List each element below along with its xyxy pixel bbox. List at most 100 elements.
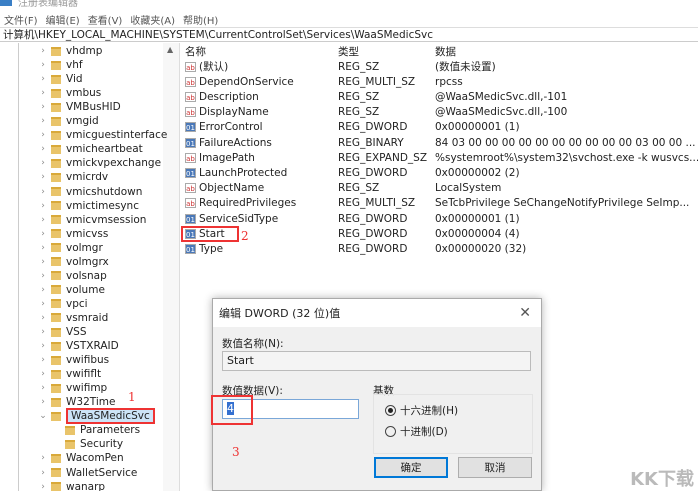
tree-node[interactable]: › vmicguestinterface bbox=[38, 128, 167, 142]
tree-scrollbar[interactable]: ▲ bbox=[163, 43, 179, 491]
value-row[interactable]: 01 LaunchProtected REG_DWORD 0x00000002 (2) bbox=[181, 165, 698, 180]
tree-node[interactable]: › VSS bbox=[38, 325, 86, 339]
chevron-right-icon[interactable]: › bbox=[38, 74, 48, 84]
tree-node[interactable]: › WalletService bbox=[38, 466, 137, 480]
value-data-cell: 0x00000001 (1) bbox=[435, 121, 520, 134]
value-row[interactable]: ab ImagePath REG_EXPAND_SZ %systemroot%\sys… bbox=[181, 150, 698, 165]
chevron-right-icon[interactable]: › bbox=[38, 201, 48, 211]
chevron-right-icon[interactable]: › bbox=[38, 102, 48, 112]
value-row[interactable]: ab ObjectName REG_SZ LocalSystem bbox=[181, 181, 698, 196]
tree-node[interactable]: › vsmraid bbox=[38, 311, 108, 325]
chevron-right-icon[interactable]: › bbox=[38, 453, 48, 463]
column-data[interactable]: 数据 bbox=[435, 44, 456, 59]
chevron-right-icon[interactable]: › bbox=[38, 397, 48, 407]
tree-node-label: Vid bbox=[66, 73, 83, 86]
tree-node[interactable]: › WacomPen bbox=[38, 451, 123, 465]
value-row[interactable]: ab DisplayName REG_SZ @WaaSMedicSvc.dll,-10… bbox=[181, 105, 698, 120]
chevron-right-icon[interactable]: › bbox=[38, 116, 48, 126]
menu-item[interactable]: 文件(F) bbox=[4, 12, 38, 27]
chevron-right-icon[interactable]: › bbox=[38, 60, 48, 70]
chevron-right-icon[interactable]: › bbox=[38, 299, 48, 309]
tree-node[interactable]: › Vid bbox=[38, 72, 83, 86]
chevron-right-icon[interactable]: › bbox=[38, 468, 48, 478]
address-bar[interactable]: 计算机\HKEY_LOCAL_MACHINE\SYSTEM\CurrentCon… bbox=[0, 27, 698, 42]
chevron-right-icon[interactable]: › bbox=[38, 243, 48, 253]
tree-node[interactable]: › vmicrdv bbox=[38, 170, 108, 184]
tree-node[interactable]: › vwifimp bbox=[38, 381, 107, 395]
chevron-right-icon[interactable]: › bbox=[38, 369, 48, 379]
chevron-right-icon[interactable]: › bbox=[38, 271, 48, 281]
string-value-icon: ab bbox=[185, 76, 196, 87]
tree-node[interactable]: › vmicvmsession bbox=[38, 213, 146, 227]
menu-item[interactable]: 查看(V) bbox=[88, 12, 123, 27]
value-row[interactable]: 01 ServiceSidType REG_DWORD 0x00000001 (1) bbox=[181, 211, 698, 226]
chevron-right-icon[interactable]: › bbox=[38, 482, 48, 491]
value-row[interactable]: 01 ErrorControl REG_DWORD 0x00000001 (1) bbox=[181, 120, 698, 135]
folder-icon bbox=[51, 229, 61, 239]
chevron-right-icon[interactable]: › bbox=[38, 313, 48, 323]
value-row[interactable]: ab RequiredPrivileges REG_MULTI_SZ SeTcbPri… bbox=[181, 196, 698, 211]
tree-node[interactable]: ⌄ WaaSMedicSvc bbox=[38, 408, 155, 425]
column-name[interactable]: 名称 bbox=[185, 44, 206, 59]
chevron-right-icon[interactable]: › bbox=[38, 215, 48, 225]
chevron-right-icon[interactable]: › bbox=[38, 285, 48, 295]
tree-node[interactable]: › volmgr bbox=[38, 241, 103, 255]
chevron-right-icon[interactable]: › bbox=[38, 257, 48, 267]
tree-node[interactable]: › vmickvpexchange bbox=[38, 156, 161, 170]
value-type-cell: REG_DWORD bbox=[338, 212, 408, 225]
chevron-right-icon[interactable]: › bbox=[38, 229, 48, 239]
value-row[interactable]: 01 FailureActions REG_BINARY 84 03 00 00 00… bbox=[181, 135, 698, 150]
chevron-right-icon[interactable]: › bbox=[38, 144, 48, 154]
chevron-right-icon[interactable]: › bbox=[38, 383, 48, 393]
hex-radio[interactable]: 十六进制(H) bbox=[385, 403, 458, 418]
scroll-up-icon[interactable]: ▲ bbox=[167, 45, 173, 54]
chevron-right-icon[interactable]: › bbox=[38, 46, 48, 56]
tree-node[interactable]: › vwifibus bbox=[38, 353, 109, 367]
tree-node[interactable]: › VSTXRAID bbox=[38, 339, 119, 353]
tree-node[interactable]: Parameters bbox=[52, 423, 140, 437]
tree-node[interactable]: › vhf bbox=[38, 58, 82, 72]
chevron-right-icon[interactable]: › bbox=[38, 341, 48, 351]
tree-node[interactable]: › vmgid bbox=[38, 114, 99, 128]
menu-item[interactable]: 帮助(H) bbox=[183, 12, 218, 27]
value-row[interactable]: 01 Type REG_DWORD 0x00000020 (32) bbox=[181, 241, 698, 256]
tree-node[interactable]: › vhdmp bbox=[38, 44, 102, 58]
menu-item[interactable]: 编辑(E) bbox=[46, 12, 80, 27]
tree-node[interactable]: › VMBusHID bbox=[38, 100, 120, 114]
tree-node[interactable]: › vmictimesync bbox=[38, 199, 139, 213]
chevron-right-icon[interactable]: › bbox=[38, 158, 48, 168]
tree-node[interactable]: › vmicheartbeat bbox=[38, 142, 143, 156]
chevron-right-icon[interactable]: › bbox=[38, 130, 48, 140]
ok-button[interactable]: 确定 bbox=[374, 457, 448, 478]
chevron-right-icon[interactable]: › bbox=[38, 187, 48, 197]
chevron-down-icon[interactable]: ⌄ bbox=[38, 411, 48, 421]
tree-node[interactable]: › W32Time bbox=[38, 395, 115, 409]
close-icon[interactable]: ✕ bbox=[519, 305, 531, 321]
tree-node[interactable]: Security bbox=[52, 437, 123, 451]
cancel-button[interactable]: 取消 bbox=[458, 457, 532, 478]
value-row[interactable]: 01 Start REG_DWORD 0x00000004 (4) bbox=[181, 225, 698, 242]
tree-node[interactable]: › volmgrx bbox=[38, 255, 109, 269]
highlight-box bbox=[211, 395, 253, 425]
tree-node[interactable]: › vwififlt bbox=[38, 367, 101, 381]
value-row[interactable]: ab (默认) REG_SZ (数值未设置) bbox=[181, 59, 698, 74]
value-row[interactable]: ab Description REG_SZ @WaaSMedicSvc.dll,-10… bbox=[181, 89, 698, 104]
tree-node[interactable]: › vmicvss bbox=[38, 227, 108, 241]
tree-node-label: VSTXRAID bbox=[66, 340, 119, 353]
tree-node[interactable]: › vmicshutdown bbox=[38, 185, 142, 199]
tree-node[interactable]: › volsnap bbox=[38, 269, 107, 283]
tree-node[interactable]: › wanarp bbox=[38, 480, 105, 491]
menu-item[interactable]: 收藏夹(A) bbox=[130, 12, 175, 27]
tree-node[interactable]: › volume bbox=[38, 283, 105, 297]
value-data-cell: %systemroot%\system32\svchost.exe -k wus… bbox=[435, 151, 698, 164]
tree-node[interactable]: › vmbus bbox=[38, 86, 101, 100]
chevron-right-icon[interactable]: › bbox=[38, 172, 48, 182]
value-row[interactable]: ab DependOnService REG_MULTI_SZ rpcss bbox=[181, 74, 698, 89]
value-name-field[interactable]: Start bbox=[222, 351, 531, 371]
chevron-right-icon[interactable]: › bbox=[38, 88, 48, 98]
column-type[interactable]: 类型 bbox=[338, 44, 359, 59]
dec-radio[interactable]: 十进制(D) bbox=[385, 424, 448, 439]
tree-node[interactable]: › vpci bbox=[38, 297, 87, 311]
chevron-right-icon[interactable]: › bbox=[38, 327, 48, 337]
chevron-right-icon[interactable]: › bbox=[38, 355, 48, 365]
